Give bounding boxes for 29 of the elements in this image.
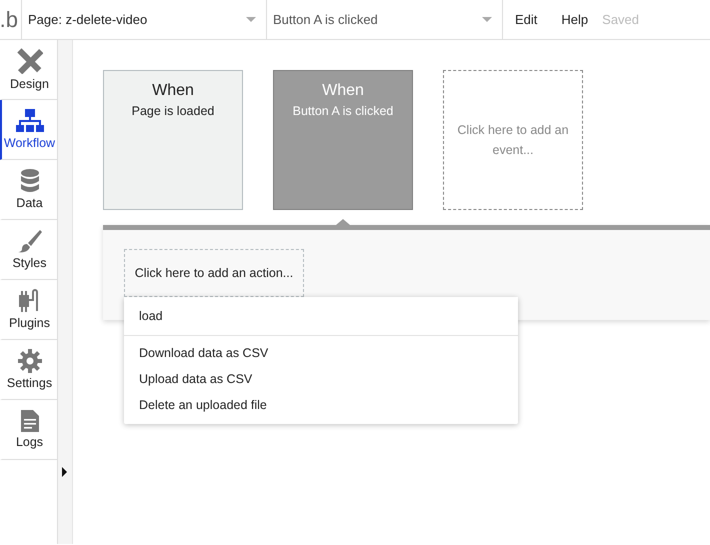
dropdown-option[interactable]: Delete an uploaded file	[124, 392, 518, 418]
dropdown-option[interactable]: Upload data as CSV	[124, 366, 518, 392]
expand-arrow-icon[interactable]	[62, 467, 67, 477]
document-icon	[20, 410, 38, 432]
database-icon	[20, 169, 40, 193]
event-subtitle: Button A is clicked	[292, 104, 394, 118]
sidebar-tab[interactable]: Design	[0, 40, 57, 100]
dropdown-option[interactable]: Download data as CSV	[124, 340, 518, 366]
paintbrush-icon	[18, 229, 42, 253]
sidebar-tab[interactable]: Logs	[0, 400, 57, 460]
sitemap-icon	[16, 109, 44, 133]
event-subtitle: Page is loaded	[132, 104, 214, 118]
sidebar-tab[interactable]: Data	[0, 160, 57, 220]
sidebar-tab[interactable]: Styles	[0, 220, 57, 280]
event-card[interactable]: When Page is loaded	[103, 70, 243, 210]
page-dropdown[interactable]: Page: z-delete-video	[22, 0, 267, 39]
search-field[interactable]: load	[124, 297, 518, 336]
event-title: When	[322, 82, 364, 100]
add-event-button[interactable]: Click here to add an event...	[443, 70, 583, 210]
sidebar-tab[interactable]: Settings	[0, 340, 57, 400]
caret-icon	[482, 17, 492, 22]
menu-item[interactable]: Edit	[503, 0, 550, 39]
event-dropdown[interactable]: Button A is clicked	[267, 0, 503, 39]
menu-item[interactable]: Help	[549, 0, 600, 39]
save-status: Saved	[601, 11, 640, 29]
app-logo[interactable]: .b	[0, 6, 18, 32]
event-title: When	[152, 82, 194, 100]
sidebar-tab[interactable]: Plugins	[0, 280, 57, 340]
caret-icon	[246, 17, 256, 22]
